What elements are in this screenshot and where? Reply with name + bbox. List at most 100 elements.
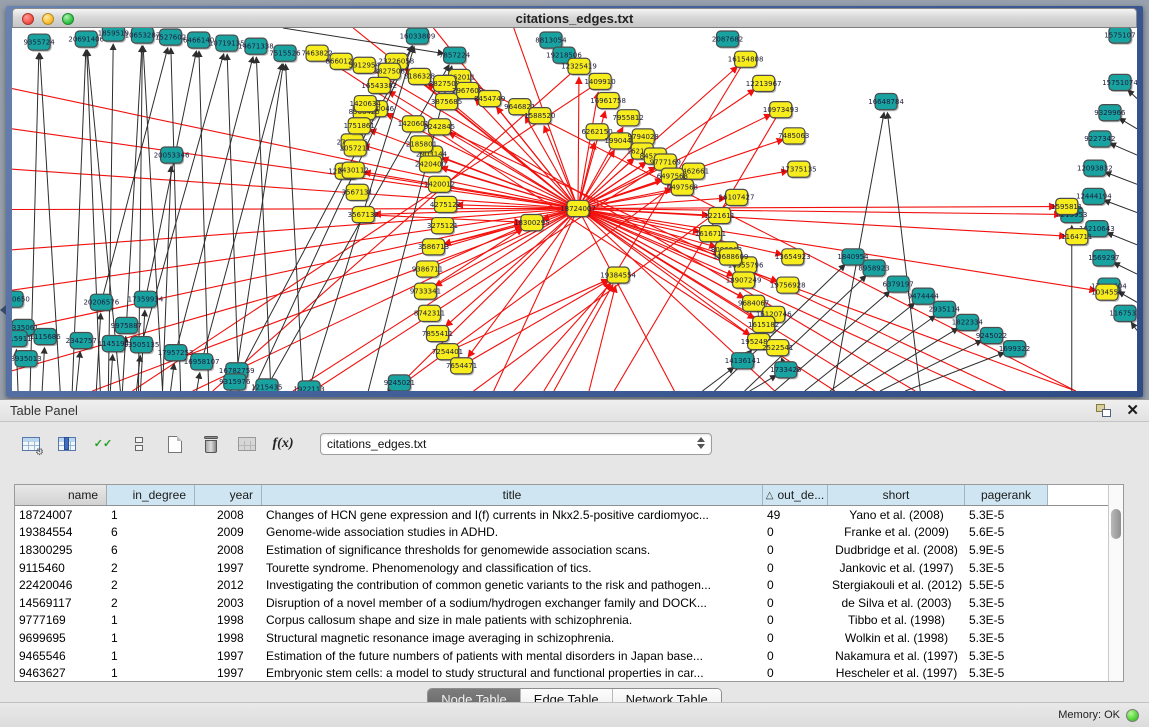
column-header-name[interactable]: name (15, 485, 107, 505)
table-cell[interactable]: 1 (107, 508, 195, 522)
table-cell[interactable]: 2003 (195, 596, 262, 610)
table-cell[interactable]: 0 (763, 561, 828, 575)
network-svg[interactable]: 9355724206914061859519106532871527602646… (12, 28, 1137, 391)
column-header-out_de[interactable]: △out_de... (763, 485, 828, 505)
table-cell[interactable]: 0 (763, 543, 828, 557)
table-cell[interactable]: 0 (763, 649, 828, 663)
table-cell[interactable]: 9699695 (15, 631, 107, 645)
table-cell[interactable]: Franke et al. (2009) (828, 525, 965, 539)
column-header-pagerank[interactable]: pagerank (965, 485, 1048, 505)
table-cell[interactable]: Embryonic stem cells: a model to study s… (262, 666, 763, 680)
table-cell[interactable]: 5.3E-5 (965, 666, 1048, 680)
select-rows-button[interactable]: ✓✓ (90, 432, 116, 456)
scrollbar-thumb[interactable] (1111, 509, 1121, 539)
table-cell[interactable]: 6 (107, 525, 195, 539)
table-cell[interactable]: 2 (107, 578, 195, 592)
window-titlebar[interactable]: citations_edges.txt (12, 8, 1137, 28)
table-row[interactable]: 1456911722003Disruption of a novel membe… (15, 594, 1108, 612)
table-cell[interactable]: Genome-wide association studies in ADHD. (262, 525, 763, 539)
table-row[interactable]: 2242004622012Investigating the contribut… (15, 576, 1108, 594)
table-cell[interactable]: Investigating the contribution of common… (262, 578, 763, 592)
table-cell[interactable]: 9777169 (15, 613, 107, 627)
table-cell[interactable]: 9463627 (15, 666, 107, 680)
delete-table-button[interactable] (198, 432, 224, 456)
column-header-in_degree[interactable]: in_degree (107, 485, 195, 505)
table-cell[interactable]: 1998 (195, 631, 262, 645)
table-cell[interactable]: 2 (107, 561, 195, 575)
table-cell[interactable]: 1 (107, 613, 195, 627)
table-cell[interactable]: 1 (107, 649, 195, 663)
table-cell[interactable]: Jankovic et al. (1997) (828, 561, 965, 575)
table-settings-button[interactable]: ⚙ (18, 432, 44, 456)
table-cell[interactable]: 5.9E-5 (965, 543, 1048, 557)
table-cell[interactable]: 1997 (195, 561, 262, 575)
table-cell[interactable]: 5.3E-5 (965, 613, 1048, 627)
table-cell[interactable]: 5.3E-5 (965, 596, 1048, 610)
table-cell[interactable]: 1 (107, 631, 195, 645)
table-cell[interactable]: Estimation of the future numbers of pati… (262, 649, 763, 663)
table-cell[interactable]: Stergiakouli et al. (2012) (828, 578, 965, 592)
table-cell[interactable]: 19384554 (15, 525, 107, 539)
table-cell[interactable]: Estimation of significance thresholds fo… (262, 543, 763, 557)
table-cell[interactable]: 5.3E-5 (965, 631, 1048, 645)
table-cell[interactable]: 0 (763, 613, 828, 627)
table-cell[interactable]: 1997 (195, 649, 262, 663)
close-panel-icon[interactable]: ✕ (1126, 404, 1139, 418)
table-row[interactable]: 1872400712008Changes of HCN gene express… (15, 506, 1108, 524)
table-cell[interactable]: 18724007 (15, 508, 107, 522)
table-row[interactable]: 946554611997Estimation of the future num… (15, 647, 1108, 665)
table-cell[interactable]: 5.3E-5 (965, 508, 1048, 522)
table-cell[interactable]: 1998 (195, 613, 262, 627)
table-row[interactable]: 977716911998Corpus callosum shape and si… (15, 612, 1108, 630)
column-header-year[interactable]: year (195, 485, 262, 505)
select-columns-button[interactable] (54, 432, 80, 456)
minimize-window-button[interactable] (42, 13, 54, 25)
table-selector-dropdown[interactable]: citations_edges.txt (320, 433, 712, 455)
table-cell[interactable]: 2008 (195, 543, 262, 557)
table-cell[interactable]: 5.3E-5 (965, 649, 1048, 663)
table-cell[interactable]: 49 (763, 508, 828, 522)
table-cell[interactable]: 22420046 (15, 578, 107, 592)
row-height-button[interactable] (126, 432, 152, 456)
table-cell[interactable]: 0 (763, 631, 828, 645)
table-cell[interactable]: 5.5E-5 (965, 578, 1048, 592)
column-header-title[interactable]: title (262, 485, 763, 505)
zoom-window-button[interactable] (62, 13, 74, 25)
table-cell[interactable]: Tourette syndrome. Phenomenology and cla… (262, 561, 763, 575)
table-scrollbar[interactable] (1108, 485, 1123, 681)
table-cell[interactable]: 0 (763, 596, 828, 610)
table-row[interactable]: 969969511998Structural magnetic resonanc… (15, 629, 1108, 647)
table-cell[interactable]: Tibbo et al. (1998) (828, 613, 965, 627)
close-window-button[interactable] (22, 13, 34, 25)
column-header-short[interactable]: short (828, 485, 965, 505)
table-cell[interactable]: 2008 (195, 508, 262, 522)
float-panel-icon[interactable] (1096, 404, 1112, 418)
network-canvas[interactable]: 9355724206914061859519106532871527602646… (12, 28, 1137, 391)
table-cell[interactable]: 0 (763, 525, 828, 539)
table-cell[interactable]: Structural magnetic resonance image aver… (262, 631, 763, 645)
table-cell[interactable]: 2012 (195, 578, 262, 592)
table-cell[interactable]: Nakamura et al. (1997) (828, 649, 965, 663)
table-cell[interactable]: 0 (763, 578, 828, 592)
table-cell[interactable]: 0 (763, 666, 828, 680)
function-builder-button[interactable]: f(x) (270, 432, 296, 456)
table-cell[interactable]: 9115460 (15, 561, 107, 575)
table-cell[interactable]: 5.3E-5 (965, 561, 1048, 575)
table-cell[interactable]: 1997 (195, 666, 262, 680)
table-row[interactable]: 1830029562008Estimation of significance … (15, 541, 1108, 559)
table-cell[interactable]: Hescheler et al. (1997) (828, 666, 965, 680)
table-cell[interactable]: 1 (107, 666, 195, 680)
table-cell[interactable]: 2009 (195, 525, 262, 539)
table-cell[interactable]: 6 (107, 543, 195, 557)
table-cell[interactable]: 2 (107, 596, 195, 610)
table-cell[interactable]: Disruption of a novel member of a sodium… (262, 596, 763, 610)
table-cell[interactable]: Corpus callosum shape and size in male p… (262, 613, 763, 627)
table-cell[interactable]: Yano et al. (2008) (828, 508, 965, 522)
collapse-panel-arrow-icon[interactable] (0, 305, 6, 315)
table-cell[interactable]: 18300295 (15, 543, 107, 557)
new-table-button[interactable] (162, 432, 188, 456)
table-cell[interactable]: Changes of HCN gene expression and I(f) … (262, 508, 763, 522)
table-cell[interactable]: Wolkin et al. (1998) (828, 631, 965, 645)
table-cell[interactable]: de Silva et al. (2003) (828, 596, 965, 610)
table-cell[interactable]: 9465546 (15, 649, 107, 663)
